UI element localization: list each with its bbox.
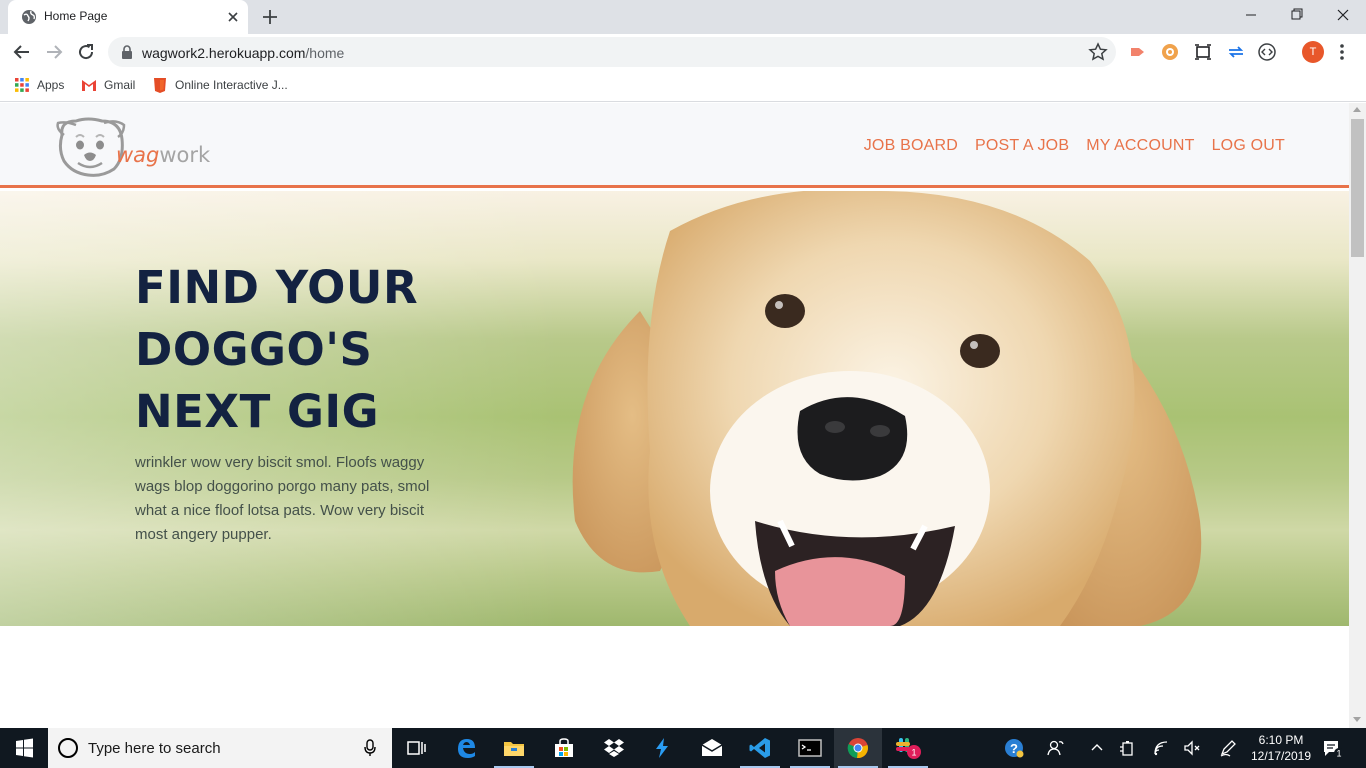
apps-grid-icon — [15, 78, 29, 92]
url-text[interactable]: wagwork2.herokuapp.com/home — [142, 45, 344, 61]
taskbar-chrome[interactable] — [834, 728, 882, 768]
lightning-icon — [656, 738, 668, 758]
notification-center-icon[interactable]: 1 — [1322, 738, 1344, 758]
vscode-icon — [749, 738, 770, 758]
forward-arrow-icon[interactable] — [42, 40, 66, 64]
minimize-icon[interactable] — [1228, 0, 1274, 30]
taskbar-terminal[interactable] — [786, 728, 834, 768]
edge-icon — [458, 739, 475, 758]
store-bag-icon — [555, 738, 573, 757]
taskbar-search[interactable]: Type here to search — [48, 728, 392, 768]
microphone-icon[interactable] — [364, 739, 376, 757]
bookmark-apps[interactable]: Apps — [14, 77, 64, 95]
reload-icon[interactable] — [74, 40, 98, 64]
lock-icon — [122, 45, 132, 59]
close-tab-icon[interactable] — [224, 8, 242, 26]
restore-icon[interactable] — [1274, 0, 1320, 30]
pen-icon[interactable] — [1218, 738, 1238, 758]
folder-icon — [504, 742, 524, 756]
tab-strip: Home Page — [0, 0, 1366, 34]
logo-wordmark: wagwork — [116, 143, 211, 167]
hero-title: FIND YOUR DOGGO'S NEXT GIG — [135, 261, 419, 438]
slack-icon: 1 — [896, 738, 921, 759]
wagwork-logo[interactable]: wagwork — [54, 115, 214, 179]
scroll-down-arrow-icon[interactable] — [1353, 717, 1361, 722]
windows-taskbar: Type here to search 1 ? 6:10 PM 12/17/20… — [0, 728, 1366, 768]
gmail-icon — [82, 80, 96, 91]
tab-title: Home Page — [44, 9, 108, 23]
clock-time: 6:10 PM — [1258, 733, 1304, 747]
site-header: wagwork JOB BOARD POST A JOB MY ACCOUNT … — [0, 103, 1349, 188]
terminal-icon — [798, 739, 822, 757]
system-clock[interactable]: 6:10 PM 12/17/2019 — [1248, 732, 1314, 764]
chrome-icon — [847, 738, 868, 759]
bookmark-gmail[interactable]: Gmail — [81, 77, 135, 95]
scrollbar-thumb[interactable] — [1351, 119, 1364, 257]
nav-job-board[interactable]: JOB BOARD — [864, 137, 958, 155]
search-placeholder: Type here to search — [88, 740, 221, 757]
browser-toolbar: wagwork2.herokuapp.com/home T — [0, 34, 1366, 70]
html5-icon — [154, 78, 166, 93]
cast-extension-icon[interactable] — [1128, 42, 1148, 62]
screenshot-extension-icon[interactable] — [1193, 42, 1213, 62]
taskbar-store[interactable] — [540, 728, 588, 768]
page-viewport: wagwork JOB BOARD POST A JOB MY ACCOUNT … — [0, 103, 1349, 728]
task-view-button[interactable] — [392, 728, 440, 768]
notification-count: 1 — [1336, 749, 1341, 759]
taskbar-app-bolt[interactable] — [638, 728, 686, 768]
globe-icon — [22, 10, 36, 24]
taskbar-dropbox[interactable] — [590, 728, 638, 768]
chevron-up-icon[interactable] — [1087, 738, 1107, 758]
scroll-up-arrow-icon[interactable] — [1353, 107, 1361, 112]
nav-log-out[interactable]: LOG OUT — [1212, 137, 1285, 155]
taskbar-mail[interactable] — [688, 728, 736, 768]
page-scrollbar[interactable] — [1349, 103, 1366, 728]
taskbar-slack[interactable]: 1 — [884, 728, 932, 768]
slack-badge-count: 1 — [911, 748, 916, 758]
taskbar-edge[interactable] — [442, 728, 490, 768]
bookmarks-bar: Apps Gmail Online Interactive J... — [0, 70, 1366, 102]
chrome-menu-icon[interactable] — [1336, 42, 1348, 62]
back-arrow-icon[interactable] — [10, 40, 34, 64]
wifi-icon[interactable] — [1152, 738, 1172, 758]
profile-avatar[interactable]: T — [1302, 41, 1324, 63]
windows-start-icon[interactable] — [0, 728, 48, 768]
mail-icon — [701, 739, 723, 756]
nav-my-account[interactable]: MY ACCOUNT — [1086, 137, 1194, 155]
bookmark-star-icon[interactable] — [1088, 42, 1108, 62]
close-window-icon[interactable] — [1320, 0, 1366, 30]
dropbox-icon — [604, 739, 624, 757]
hero-banner: FIND YOUR DOGGO'S NEXT GIG wrinkler wow … — [0, 191, 1349, 626]
tab-home-page[interactable]: Home Page — [8, 0, 248, 34]
task-view-icon — [407, 741, 426, 755]
nav-post-a-job[interactable]: POST A JOB — [975, 137, 1069, 155]
bookmark-online-interactive[interactable]: Online Interactive J... — [152, 77, 288, 95]
new-tab-icon[interactable] — [260, 7, 280, 27]
battery-icon[interactable] — [1118, 738, 1138, 758]
help-icon[interactable]: ? — [1004, 738, 1024, 758]
taskbar-vscode[interactable] — [736, 728, 784, 768]
sync-extension-icon[interactable] — [1226, 42, 1246, 62]
volume-muted-icon[interactable] — [1182, 738, 1202, 758]
address-bar[interactable]: wagwork2.herokuapp.com/home — [108, 37, 1116, 67]
cortana-icon — [58, 738, 78, 758]
clock-date: 12/17/2019 — [1250, 749, 1312, 763]
taskbar-file-explorer[interactable] — [490, 728, 538, 768]
hero-description: wrinkler wow very biscit smol. Floofs wa… — [135, 454, 430, 543]
honey-extension-icon[interactable] — [1160, 42, 1180, 62]
people-icon[interactable] — [1046, 738, 1066, 758]
code-extension-icon[interactable] — [1257, 42, 1277, 62]
main-nav: JOB BOARD POST A JOB MY ACCOUNT LOG OUT — [864, 137, 1285, 155]
